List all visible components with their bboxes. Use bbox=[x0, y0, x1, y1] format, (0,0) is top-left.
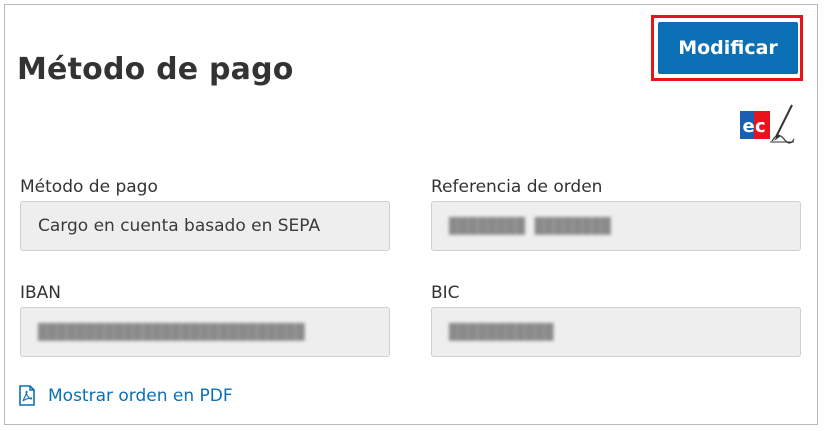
show-pdf-link[interactable]: Mostrar orden en PDF bbox=[18, 385, 233, 406]
payment-method-value: Cargo en cuenta basado en SEPA bbox=[38, 216, 321, 236]
iban-field: ████████████████████████████ bbox=[20, 307, 390, 357]
order-reference-value: ████████ ████████ bbox=[449, 217, 612, 235]
svg-text:c: c bbox=[755, 116, 766, 137]
payment-method-field: Cargo en cuenta basado en SEPA bbox=[20, 201, 390, 251]
modify-button[interactable]: Modificar bbox=[658, 22, 798, 74]
payment-method-label: Método de pago bbox=[20, 177, 158, 197]
ec-cash-signature-icon: e c bbox=[740, 104, 795, 144]
iban-label: IBAN bbox=[20, 283, 62, 303]
bic-value: ███████████ bbox=[449, 323, 554, 341]
bic-field: ███████████ bbox=[431, 307, 801, 357]
order-reference-field: ████████ ████████ bbox=[431, 201, 801, 251]
section-title: Método de pago bbox=[17, 52, 294, 87]
order-reference-label: Referencia de orden bbox=[431, 177, 603, 197]
bic-label: BIC bbox=[431, 283, 460, 303]
svg-text:e: e bbox=[743, 116, 755, 137]
show-pdf-label[interactable]: Mostrar orden en PDF bbox=[48, 386, 233, 406]
iban-value: ████████████████████████████ bbox=[38, 323, 305, 341]
pdf-document-icon bbox=[19, 385, 35, 406]
